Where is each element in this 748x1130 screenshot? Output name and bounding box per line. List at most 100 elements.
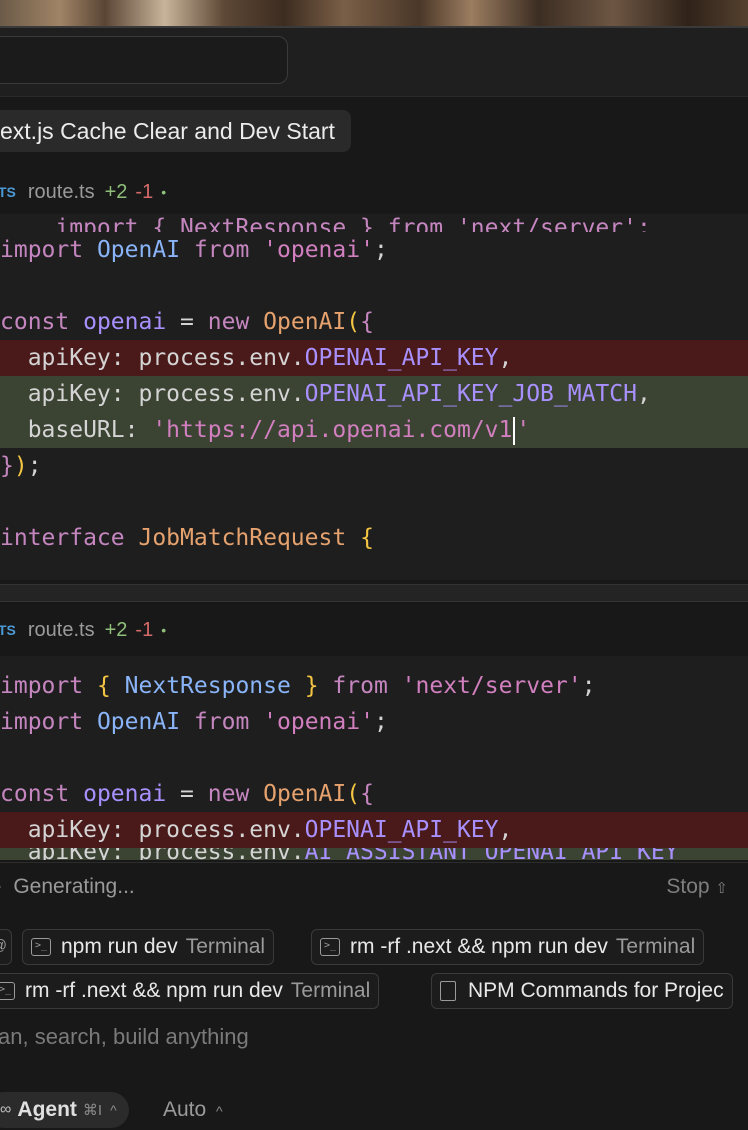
code-line: const openai = new OpenAI({ bbox=[0, 304, 748, 340]
code-line: import OpenAI from 'openai'; bbox=[0, 704, 748, 740]
context-pill-terminal[interactable]: >_ rm -rf .next && npm run dev Terminal bbox=[311, 929, 705, 965]
chat-input[interactable]: an, search, build anything bbox=[0, 1024, 249, 1050]
code-text: import { NextResponse } from 'next/serve… bbox=[55, 215, 651, 233]
pill-label: rm -rf .next && npm run dev bbox=[25, 979, 283, 1002]
code-identifier: NextResponse bbox=[124, 673, 291, 699]
chevron-up-icon: ^ bbox=[216, 1103, 223, 1119]
pill-sub: Terminal bbox=[185, 935, 266, 958]
agent-mode-selector[interactable]: ∞ Agent ⌘I ^ bbox=[0, 1092, 129, 1128]
context-pill-terminal[interactable]: >_ rm -rf .next && npm run dev Terminal bbox=[0, 973, 380, 1009]
code-punct: ; bbox=[27, 453, 42, 479]
code-paren: ( bbox=[346, 309, 361, 335]
code-line-removed: apiKey: process.env.OPENAI_API_KEY, bbox=[0, 812, 748, 848]
code-string: 'next/server' bbox=[401, 673, 582, 699]
file-name: route.ts bbox=[27, 180, 95, 203]
code-constant: OPENAI_API_KEY bbox=[304, 817, 499, 843]
typescript-file-icon: TS bbox=[0, 622, 16, 638]
code-punct: = bbox=[166, 309, 208, 335]
chevron-right-icon[interactable]: › bbox=[0, 878, 1, 896]
code-string: 'https://api.openai.com/v1 bbox=[152, 417, 513, 443]
chat-title[interactable]: ext.js Cache Clear and Dev Start bbox=[0, 110, 351, 152]
code-paren: ( bbox=[346, 781, 361, 807]
code-line: }); bbox=[0, 448, 748, 484]
diff-file-header-2[interactable]: TS route.ts +2 -1 • bbox=[0, 608, 748, 652]
desktop-wallpaper-strip bbox=[0, 0, 748, 26]
stop-button[interactable]: Stop ⇧ bbox=[666, 875, 728, 899]
code-keyword: const bbox=[0, 309, 70, 335]
code-keyword: from bbox=[332, 673, 388, 699]
code-line: import { NextResponse } from 'next/serve… bbox=[0, 668, 748, 704]
at-icon: @ bbox=[0, 937, 7, 954]
code-keyword: interface bbox=[0, 525, 125, 551]
context-pill-terminal[interactable]: >_ npm run dev Terminal bbox=[22, 929, 275, 965]
code-line-partial: import { NextResponse } from 'next/serve… bbox=[0, 214, 748, 233]
code-class: OpenAI bbox=[263, 781, 347, 807]
add-context-button[interactable]: @ bbox=[0, 929, 12, 965]
generation-status-bar: › Generating... Stop ⇧ bbox=[0, 862, 748, 911]
code-keyword: import bbox=[0, 673, 84, 699]
pill-sub: Terminal bbox=[290, 979, 371, 1002]
code-keyword: from bbox=[193, 709, 250, 735]
panel-divider[interactable] bbox=[0, 584, 748, 602]
code-text: apiKey: process.env. bbox=[0, 381, 305, 407]
code-line: const openai = new OpenAI({ bbox=[0, 776, 748, 812]
diff-code-view-2[interactable]: import { NextResponse } from 'next/serve… bbox=[0, 656, 748, 860]
infinity-icon: ∞ bbox=[0, 1101, 12, 1118]
terminal-icon: >_ bbox=[320, 938, 340, 956]
code-brace: } bbox=[0, 453, 14, 479]
unsaved-dot-icon: • bbox=[161, 184, 167, 200]
unsaved-dot-icon: • bbox=[161, 622, 167, 638]
code-constant: AI_ASSISTANT_OPENAI_API_KEY bbox=[305, 848, 679, 860]
pill-label: npm run dev bbox=[61, 935, 178, 958]
code-class: OpenAI bbox=[263, 309, 347, 335]
code-text: apiKey: process.env. bbox=[0, 848, 305, 860]
stop-label: Stop bbox=[666, 875, 710, 898]
code-class: JobMatchRequest bbox=[138, 525, 347, 551]
code-line-removed: apiKey: process.env.OPENAI_API_KEY, bbox=[0, 340, 748, 376]
code-string: 'openai' bbox=[263, 237, 374, 263]
model-selector[interactable]: Auto ^ bbox=[163, 1098, 223, 1122]
code-text: baseURL: bbox=[0, 417, 153, 443]
code-keyword: import bbox=[0, 237, 84, 263]
code-punct: , bbox=[498, 345, 513, 371]
code-string: ' bbox=[516, 417, 531, 443]
code-punct: , bbox=[636, 381, 651, 407]
code-constant: OPENAI_API_KEY_JOB_MATCH bbox=[304, 381, 637, 407]
document-icon bbox=[440, 981, 456, 1001]
code-line-added: baseURL: 'https://api.openai.com/v1 ' bbox=[0, 412, 748, 448]
code-identifier: OpenAI bbox=[96, 709, 181, 735]
code-text: apiKey: process.env. bbox=[0, 345, 305, 371]
code-line: interface JobMatchRequest { bbox=[0, 520, 748, 556]
code-keyword: new bbox=[207, 781, 250, 807]
agent-shortcut: ⌘I bbox=[82, 1102, 103, 1119]
code-line-added-partial: apiKey: process.env.AI_ASSISTANT_OPENAI_… bbox=[0, 848, 748, 860]
code-variable: openai bbox=[83, 309, 167, 335]
code-punct: ; bbox=[581, 673, 596, 699]
code-line-added: apiKey: process.env.OPENAI_API_KEY_JOB_M… bbox=[0, 376, 748, 412]
code-punct: ; bbox=[373, 709, 388, 735]
code-constant: OPENAI_API_KEY bbox=[304, 345, 499, 371]
code-keyword: from bbox=[193, 237, 250, 263]
code-punct: = bbox=[166, 781, 208, 807]
code-string: 'openai' bbox=[263, 709, 374, 735]
code-identifier: OpenAI bbox=[96, 237, 181, 263]
lines-removed-count: -1 bbox=[135, 618, 154, 641]
pill-label: rm -rf .next && npm run dev bbox=[350, 935, 608, 958]
diff-code-view-1[interactable]: import { NextResponse } from 'next/serve… bbox=[0, 214, 748, 580]
chat-search-input[interactable] bbox=[0, 36, 288, 84]
file-name: route.ts bbox=[27, 618, 95, 641]
diff-file-header-1[interactable]: TS route.ts +2 -1 • bbox=[0, 170, 748, 214]
lines-added-count: +2 bbox=[104, 180, 128, 203]
code-variable: openai bbox=[83, 781, 167, 807]
model-label: Auto bbox=[163, 1098, 207, 1121]
lines-added-count: +2 bbox=[104, 618, 128, 641]
code-keyword: import bbox=[0, 709, 84, 735]
code-punct: ; bbox=[373, 237, 388, 263]
context-pill-document[interactable]: NPM Commands for Projec bbox=[431, 973, 733, 1009]
code-text: apiKey: process.env. bbox=[0, 817, 305, 843]
code-brace: { bbox=[360, 781, 374, 807]
shortcut-icon: ⇧ bbox=[715, 880, 728, 897]
code-keyword: new bbox=[207, 309, 250, 335]
chevron-up-icon: ^ bbox=[110, 1102, 117, 1118]
